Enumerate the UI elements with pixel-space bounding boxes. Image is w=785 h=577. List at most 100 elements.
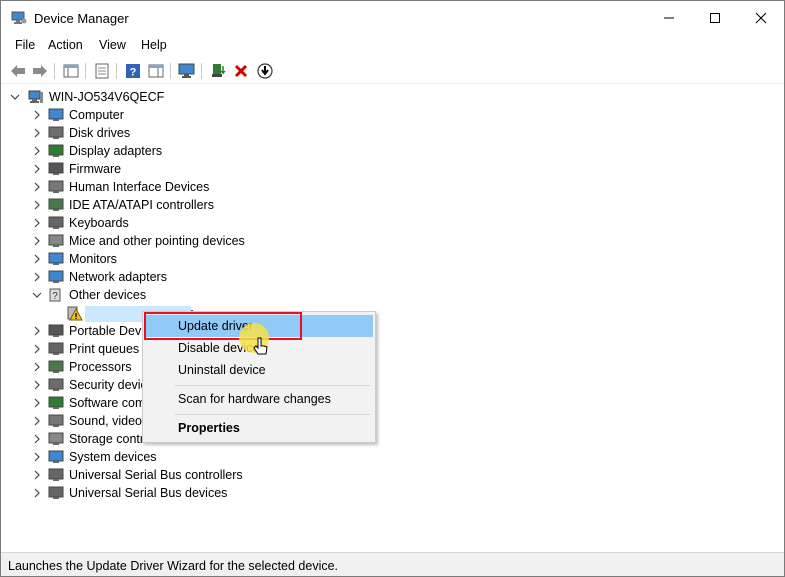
toolbar-separator bbox=[54, 63, 55, 79]
chevron-right-icon[interactable] bbox=[32, 124, 42, 142]
menu-help[interactable]: Help bbox=[141, 38, 167, 52]
title-bar: Device Manager bbox=[1, 1, 784, 35]
tree-category-item[interactable]: ? Other devices bbox=[1, 286, 331, 304]
chevron-right-icon[interactable] bbox=[32, 106, 42, 124]
monitor-scan-icon bbox=[178, 63, 195, 78]
status-bar: Launches the Update Driver Wizard for th… bbox=[1, 552, 784, 576]
disk-drive-icon bbox=[48, 125, 64, 141]
scan-hardware-button[interactable] bbox=[177, 61, 197, 81]
processor-icon bbox=[48, 359, 64, 375]
chevron-right-icon[interactable] bbox=[32, 412, 42, 430]
maximize-icon bbox=[710, 13, 720, 23]
tree-category-item[interactable]: Network adapters bbox=[1, 268, 331, 286]
properties-menu-item[interactable]: Properties bbox=[145, 417, 373, 439]
scan-hardware-menu-item[interactable]: Scan for hardware changes bbox=[145, 388, 373, 410]
show-hide-console-tree-button[interactable] bbox=[61, 61, 81, 81]
chevron-right-icon[interactable] bbox=[32, 250, 42, 268]
tree-category-item[interactable]: Universal Serial Bus controllers bbox=[1, 466, 331, 484]
chevron-right-icon[interactable] bbox=[32, 196, 42, 214]
tree-item-label: Processors bbox=[69, 360, 132, 374]
red-x-icon bbox=[234, 64, 248, 78]
ide-controller-icon bbox=[48, 197, 64, 213]
chevron-down-icon[interactable] bbox=[10, 88, 20, 106]
toolbar-separator bbox=[85, 63, 86, 79]
tree-item-label: System devices bbox=[69, 450, 157, 464]
device-manager-window: Device Manager File Action View Help ? W… bbox=[0, 0, 785, 577]
tree-category-item[interactable]: Monitors bbox=[1, 250, 331, 268]
tree-category-item[interactable]: Computer bbox=[1, 106, 331, 124]
help-button[interactable]: ? bbox=[123, 61, 143, 81]
help-icon: ? bbox=[126, 64, 140, 79]
enable-device-button[interactable] bbox=[255, 61, 275, 81]
hand-cursor-icon bbox=[253, 337, 268, 355]
highlight-callout-box bbox=[144, 312, 302, 340]
tree-item-label: Network adapters bbox=[69, 270, 167, 284]
properties-sheet-icon bbox=[95, 63, 109, 79]
menu-view[interactable]: View bbox=[99, 38, 126, 52]
action-pane-button[interactable] bbox=[146, 61, 166, 81]
back-button[interactable] bbox=[8, 61, 28, 81]
update-driver-button[interactable] bbox=[208, 61, 228, 81]
status-text: Launches the Update Driver Wizard for th… bbox=[8, 559, 339, 573]
forward-button[interactable] bbox=[30, 61, 50, 81]
console-tree-icon bbox=[63, 64, 79, 78]
tree-category-item[interactable]: System devices bbox=[1, 448, 331, 466]
chevron-right-icon[interactable] bbox=[32, 142, 42, 160]
root-computer-name: WIN-JO534V6QECF bbox=[49, 90, 165, 104]
toolbar-separator bbox=[201, 63, 202, 79]
device-manager-icon bbox=[11, 11, 27, 25]
chevron-right-icon[interactable] bbox=[32, 178, 42, 196]
tree-item-label: IDE ATA/ATAPI controllers bbox=[69, 198, 214, 212]
update-driver-icon bbox=[212, 64, 226, 77]
properties-toolbar-button[interactable] bbox=[92, 61, 112, 81]
other-devices-icon: ? bbox=[48, 287, 64, 303]
chevron-right-icon[interactable] bbox=[32, 376, 42, 394]
window-title: Device Manager bbox=[34, 11, 129, 26]
minimize-icon bbox=[664, 17, 674, 19]
toolbar: ? bbox=[1, 58, 784, 84]
chevron-right-icon[interactable] bbox=[32, 268, 42, 286]
svg-text:?: ? bbox=[52, 291, 58, 302]
chevron-right-icon[interactable] bbox=[32, 466, 42, 484]
chevron-right-icon[interactable] bbox=[32, 448, 42, 466]
maximize-button[interactable] bbox=[692, 1, 738, 35]
tree-category-item[interactable]: Disk drives bbox=[1, 124, 331, 142]
chevron-right-icon[interactable] bbox=[32, 214, 42, 232]
printer-icon bbox=[48, 341, 64, 357]
tree-category-item[interactable]: Mice and other pointing devices bbox=[1, 232, 331, 250]
portable-device-icon bbox=[48, 323, 64, 339]
chevron-down-icon[interactable] bbox=[32, 286, 42, 304]
tree-category-item[interactable]: Keyboards bbox=[1, 214, 331, 232]
uninstall-device-menu-item[interactable]: Uninstall device bbox=[145, 359, 373, 381]
menu-bar: File Action View Help bbox=[1, 36, 784, 56]
software-component-icon bbox=[48, 395, 64, 411]
close-icon bbox=[755, 12, 767, 24]
chevron-right-icon[interactable] bbox=[32, 430, 42, 448]
chevron-right-icon[interactable] bbox=[32, 232, 42, 250]
tree-category-item[interactable]: Display adapters bbox=[1, 142, 331, 160]
chevron-right-icon[interactable] bbox=[32, 322, 42, 340]
tree-category-item[interactable]: Firmware bbox=[1, 160, 331, 178]
menu-action[interactable]: Action bbox=[48, 38, 83, 52]
menu-separator bbox=[175, 385, 370, 386]
tree-category-item[interactable]: Universal Serial Bus devices bbox=[1, 484, 331, 502]
close-button[interactable] bbox=[738, 1, 784, 35]
monitor-icon bbox=[48, 251, 64, 267]
uninstall-button[interactable] bbox=[231, 61, 251, 81]
minimize-button[interactable] bbox=[646, 1, 692, 35]
tree-category-item[interactable]: Human Interface Devices bbox=[1, 178, 331, 196]
menu-file[interactable]: File bbox=[15, 38, 35, 52]
display-adapter-icon bbox=[48, 143, 64, 159]
usb-icon bbox=[48, 467, 64, 483]
tree-root[interactable]: WIN-JO534V6QECF bbox=[1, 88, 301, 106]
tree-item-label: Disk drives bbox=[69, 126, 131, 140]
chevron-right-icon[interactable] bbox=[32, 340, 42, 358]
chevron-right-icon[interactable] bbox=[32, 484, 42, 502]
tree-item-label: Other devices bbox=[69, 288, 147, 302]
tree-category-item[interactable]: IDE ATA/ATAPI controllers bbox=[1, 196, 331, 214]
chevron-right-icon[interactable] bbox=[32, 394, 42, 412]
chevron-right-icon[interactable] bbox=[32, 160, 42, 178]
computer-icon bbox=[48, 107, 64, 123]
usb-device-icon bbox=[48, 485, 64, 501]
chevron-right-icon[interactable] bbox=[32, 358, 42, 376]
